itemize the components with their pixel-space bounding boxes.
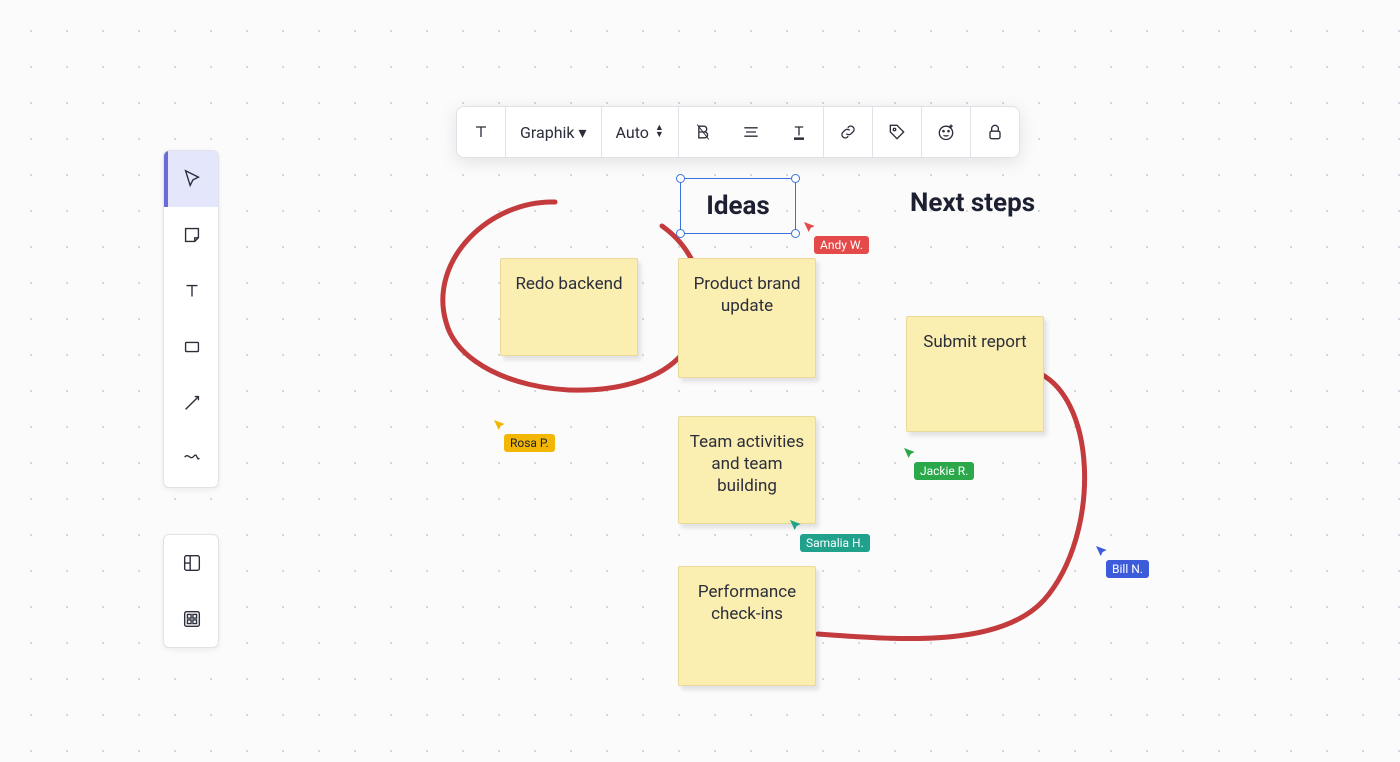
text-style-button[interactable] — [457, 107, 505, 157]
cursor-samalia: Samalia H. — [788, 518, 804, 538]
resize-handle-icon[interactable] — [676, 229, 685, 238]
cursor-label: Bill N. — [1106, 560, 1149, 578]
tag-button[interactable] — [873, 107, 921, 157]
select-tool[interactable] — [164, 151, 219, 207]
sticky-note-tool[interactable] — [164, 207, 219, 263]
resize-handle-icon[interactable] — [791, 229, 800, 238]
cursor-label: Rosa P. — [504, 434, 555, 452]
font-select[interactable]: Graphik▾ — [506, 107, 601, 157]
sections-tool[interactable] — [164, 535, 219, 591]
tools-panel — [163, 150, 219, 488]
sticky-text: Performance check-ins — [698, 582, 796, 624]
font-size-select[interactable]: Auto ▲▼ — [602, 107, 678, 157]
selected-text-box[interactable]: Ideas — [680, 178, 796, 234]
sticky-brand-update[interactable]: Product brand update — [678, 258, 816, 378]
text-color-button[interactable] — [775, 107, 823, 157]
grid-tool[interactable] — [164, 591, 219, 647]
link-button[interactable] — [824, 107, 872, 157]
font-name-label: Graphik — [520, 123, 575, 142]
lock-button[interactable] — [971, 107, 1019, 157]
cursor-rosa: Rosa P. — [492, 418, 508, 438]
font-size-label: Auto — [616, 123, 649, 142]
sticky-text: Product brand update — [694, 274, 801, 316]
text-tool[interactable] — [164, 263, 219, 319]
sticky-text: Submit report — [923, 332, 1026, 352]
emoji-button[interactable] — [922, 107, 970, 157]
cursor-andy: Andy W. — [802, 220, 818, 240]
sticky-performance-checkins[interactable]: Performance check-ins — [678, 566, 816, 686]
sticky-redo-backend[interactable]: Redo backend — [500, 258, 638, 356]
line-tool[interactable] — [164, 375, 219, 431]
resize-handle-icon[interactable] — [791, 174, 800, 183]
align-button[interactable] — [727, 107, 775, 157]
scribble-tool[interactable] — [164, 431, 219, 487]
sticky-text: Team activities and team building — [690, 432, 804, 496]
sticky-text: Redo backend — [515, 274, 622, 294]
sticky-submit-report[interactable]: Submit report — [906, 316, 1044, 432]
cursor-label: Jackie R. — [914, 462, 974, 480]
shape-tool[interactable] — [164, 319, 219, 375]
layout-panel — [163, 534, 219, 648]
ideas-heading: Ideas — [706, 191, 770, 221]
bold-button[interactable] — [679, 107, 727, 157]
cursor-jackie: Jackie R. — [902, 446, 918, 466]
cursor-label: Andy W. — [814, 236, 869, 254]
next-steps-heading: Next steps — [910, 188, 1035, 218]
cursor-label: Samalia H. — [800, 534, 870, 552]
format-bar: Graphik▾ Auto ▲▼ — [456, 106, 1020, 158]
resize-handle-icon[interactable] — [676, 174, 685, 183]
cursor-bill: Bill N. — [1094, 544, 1110, 564]
sticky-team-activities[interactable]: Team activities and team building — [678, 416, 816, 524]
